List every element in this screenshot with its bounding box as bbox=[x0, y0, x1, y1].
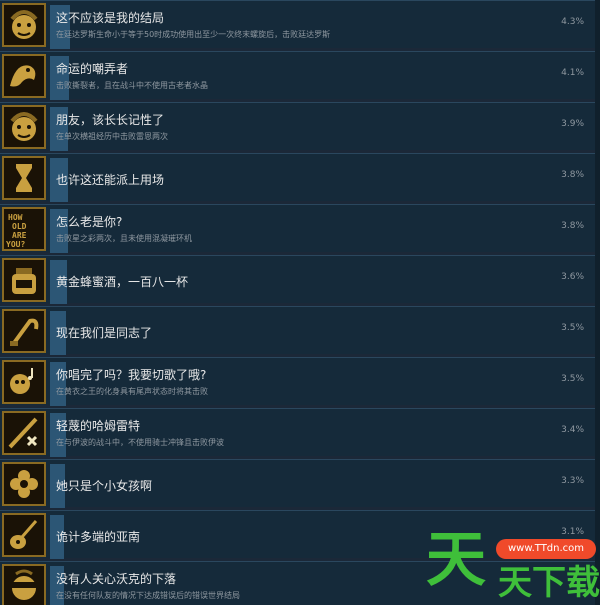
icon-text-line: HOW bbox=[8, 213, 23, 222]
achievement-row[interactable]: 诡计多端的亚南 3.1% bbox=[0, 510, 600, 559]
honey-jar-icon bbox=[2, 258, 46, 302]
unlock-percentage: 3.8% bbox=[561, 221, 584, 231]
sickle-icon bbox=[2, 309, 46, 353]
how-old-are-you-text-icon: HOW OLD ARE YOU? bbox=[2, 207, 46, 251]
achievement-description: 击败撕裂者，且在战斗中不使用古老者水晶 bbox=[56, 81, 208, 90]
achievement-title: 你唱完了吗？我要切歌了哦? bbox=[56, 368, 207, 382]
achievement-row[interactable]: 现在我们是同志了 3.5% bbox=[0, 306, 600, 355]
achievement-title: 怎么老是你? bbox=[56, 215, 123, 229]
unlock-percentage: 3.3% bbox=[561, 476, 584, 486]
achievement-description: 击败星之彩两次，且未使用混凝璀环机 bbox=[56, 234, 192, 243]
character-portrait-icon bbox=[2, 3, 46, 47]
achievement-description: 在与伊波的战斗中，不使用骑士冲锋且击败伊波 bbox=[56, 438, 224, 447]
icon-text-line: ARE bbox=[12, 231, 27, 240]
icon-text-line: YOU? bbox=[6, 240, 25, 249]
achievement-title: 命运的嘲弄者 bbox=[56, 62, 129, 76]
achievement-row[interactable]: 没有人关心沃克的下落在没有任何队友的情况下达成错误后的错误世界结局 bbox=[0, 561, 600, 605]
achievement-row[interactable]: 你唱完了吗？我要切歌了哦? 在黄衣之王的化身具有尾声状态时将其击败 3.5% bbox=[0, 357, 600, 406]
guitar-icon bbox=[2, 513, 46, 557]
blindfold-portrait-icon bbox=[2, 564, 46, 605]
unlock-percentage: 3.6% bbox=[561, 272, 584, 282]
achievement-row[interactable]: 也许这还能派上用场 3.8% bbox=[0, 153, 600, 202]
achievement-title: 她只是个小女孩啊 bbox=[56, 479, 153, 493]
achievement-description: 在廷达罗斯生命小于等于50时成功使用出至少一次终末螺旋后，击败廷达罗斯 bbox=[56, 30, 331, 39]
unlock-percentage: 3.8% bbox=[561, 170, 584, 180]
achievement-title: 诡计多端的亚南 bbox=[56, 530, 141, 544]
unlock-percentage: 3.4% bbox=[561, 425, 584, 435]
unlock-percentage: 4.3% bbox=[561, 17, 584, 27]
hourglass-icon bbox=[2, 156, 46, 200]
flower-icon bbox=[2, 462, 46, 506]
unlock-percentage: 3.5% bbox=[561, 374, 584, 384]
character-portrait-icon bbox=[2, 105, 46, 149]
achievement-title: 现在我们是同志了 bbox=[56, 326, 153, 340]
achievement-title: 也许这还能派上用场 bbox=[56, 173, 165, 187]
achievement-row[interactable]: 这不应该是我的结局在廷达罗斯生命小于等于50时成功使用出至少一次终末螺旋后，击败… bbox=[0, 0, 600, 49]
singer-portrait-icon bbox=[2, 360, 46, 404]
achievement-row[interactable]: 黄金蜂蜜酒，一百八一杯 3.6% bbox=[0, 255, 600, 304]
achievement-row[interactable]: 命运的嘲弄者击败撕裂者，且在战斗中不使用古老者水晶 4.1% bbox=[0, 51, 600, 100]
achievement-row[interactable]: 朋友，该长长记性了在单次横祖经历中击败雷恩两次 3.9% bbox=[0, 102, 600, 151]
sword-cross-icon bbox=[2, 411, 46, 455]
scrollbar[interactable] bbox=[595, 0, 600, 605]
unlock-percentage: 3.1% bbox=[561, 527, 584, 537]
achievement-title: 朋友，该长长记性了 bbox=[56, 113, 165, 127]
achievement-description: 在单次横祖经历中击败雷恩两次 bbox=[56, 132, 168, 141]
achievement-row[interactable]: 轻蔑的哈姆雷特在与伊波的战斗中，不使用骑士冲锋且击败伊波 3.4% bbox=[0, 408, 600, 457]
creature-icon bbox=[2, 54, 46, 98]
achievement-title: 这不应该是我的结局 bbox=[56, 11, 165, 25]
icon-text-line: OLD bbox=[12, 222, 27, 231]
unlock-percentage: 3.9% bbox=[561, 119, 584, 129]
unlock-percentage: 4.1% bbox=[561, 68, 584, 78]
achievement-title: 没有人关心沃克的下落 bbox=[56, 572, 177, 586]
achievement-row[interactable]: 她只是个小女孩啊 3.3% bbox=[0, 459, 600, 508]
achievement-description: 在黄衣之王的化身具有尾声状态时将其击败 bbox=[56, 387, 208, 396]
achievement-title: 黄金蜂蜜酒，一百八一杯 bbox=[56, 275, 189, 289]
achievement-list: 这不应该是我的结局在廷达罗斯生命小于等于50时成功使用出至少一次终末螺旋后，击败… bbox=[0, 0, 600, 605]
unlock-percentage: 3.5% bbox=[561, 323, 584, 333]
achievement-title: 轻蔑的哈姆雷特 bbox=[56, 419, 141, 433]
achievement-description: 在没有任何队友的情况下达成错误后的错误世界结局 bbox=[56, 591, 240, 600]
achievement-row[interactable]: HOW OLD ARE YOU? 怎么老是你? 击败星之彩两次，且未使用混凝璀环机 3.8% bbox=[0, 204, 600, 253]
